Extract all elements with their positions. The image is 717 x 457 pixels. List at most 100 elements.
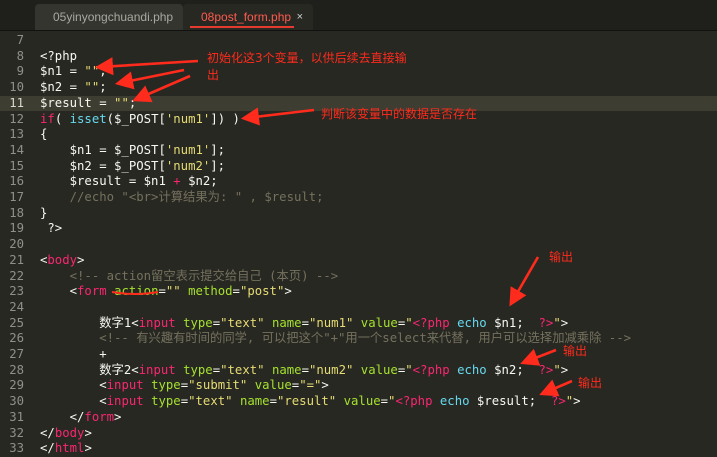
code-line[interactable]: 9 $n1 = ""; bbox=[0, 64, 717, 80]
code-line[interactable]: 30 <input type="text" name="result" valu… bbox=[0, 394, 717, 410]
tab-label: 08post_form.php bbox=[201, 10, 292, 24]
code-token: " bbox=[405, 315, 413, 330]
code-text: </body> bbox=[40, 426, 92, 442]
code-token: body bbox=[47, 252, 78, 267]
code-token: name bbox=[271, 362, 302, 377]
code-token: > bbox=[84, 441, 92, 456]
code-token: = bbox=[232, 284, 240, 299]
code-line[interactable]: 24 bbox=[0, 300, 717, 316]
code-line[interactable]: 29 <input type="submit" value="="> bbox=[0, 378, 717, 394]
line-number: 14 bbox=[9, 142, 24, 157]
tab-bar: 05yinyongchuandi.php 08post_form.php × bbox=[0, 0, 717, 31]
code-token: = bbox=[380, 394, 389, 409]
code-token: ]; bbox=[210, 158, 226, 173]
code-token: type bbox=[183, 362, 213, 377]
code-token: < bbox=[40, 284, 78, 299]
tab-05yinyongchuandi[interactable]: 05yinyongchuandi.php bbox=[35, 4, 183, 30]
code-line[interactable]: 18} bbox=[0, 206, 717, 222]
code-token: type bbox=[183, 315, 213, 330]
code-token: > bbox=[284, 284, 292, 299]
code-editor[interactable]: 7 8 <?php 9 $n1 = ""; 10 $n2 = ""; 11 $result = … bbox=[0, 30, 717, 455]
code-line[interactable]: 15 $n2 = $_POST['num2']; bbox=[0, 159, 717, 175]
code-token: $n1 = bbox=[40, 64, 85, 79]
code-text: <!-- action留空表示提交给自己 (本页) --> bbox=[40, 269, 339, 285]
code-token: " bbox=[553, 362, 561, 377]
code-token: "" bbox=[165, 284, 181, 299]
line-number: 19 bbox=[9, 221, 24, 236]
close-icon[interactable]: × bbox=[297, 4, 303, 30]
code-line[interactable]: 10 $n2 = ""; bbox=[0, 80, 717, 96]
code-line[interactable]: 21 <body> bbox=[0, 253, 717, 269]
code-text: $n2 = $_POST['num2']; bbox=[40, 159, 225, 175]
code-line[interactable]: 31 </form> bbox=[0, 410, 717, 426]
code-token: "submit" bbox=[188, 378, 248, 393]
code-line[interactable]: 32 </body> bbox=[0, 426, 717, 442]
line-number: 25 bbox=[9, 315, 24, 330]
code-text: 数字1<input type="text" name="num1" value=… bbox=[40, 316, 568, 332]
code-text: ?> bbox=[40, 221, 62, 237]
code-token: 'num2' bbox=[165, 158, 211, 173]
code-token: input bbox=[106, 378, 144, 393]
code-token: = bbox=[180, 394, 189, 409]
code-text: $n1 = ""; bbox=[40, 64, 107, 80]
code-token: isset bbox=[69, 111, 107, 126]
code-line[interactable]: 26 <!-- 有兴趣有时间的同学, 可以把这个"+"用一个select来代替,… bbox=[0, 331, 717, 347]
code-token: input bbox=[138, 315, 176, 330]
code-line[interactable]: 16 $result = $n1 + $n2; bbox=[0, 174, 717, 190]
code-token: > bbox=[560, 362, 569, 377]
code-line[interactable]: 23 <form action="" method="post"> bbox=[0, 284, 717, 300]
line-number: 20 bbox=[9, 237, 24, 252]
code-token: > bbox=[77, 252, 85, 267]
code-token: "=" bbox=[299, 378, 322, 393]
code-text: //echo "<br>计算结果为: " , $result; bbox=[40, 190, 324, 206]
code-token: "num1" bbox=[308, 315, 354, 330]
annotation-isset-note: 判断该变量中的数据是否存在 bbox=[321, 107, 478, 121]
code-token: "" bbox=[114, 95, 129, 110]
code-token: type bbox=[151, 394, 181, 409]
code-token: 'num1' bbox=[165, 111, 211, 126]
code-text: if( isset($_POST['num1']) ) bbox=[40, 112, 240, 128]
line-number: 16 bbox=[9, 174, 24, 189]
code-text: </form> bbox=[40, 410, 122, 426]
code-line[interactable]: 13 { bbox=[0, 127, 717, 143]
tab-underline-annotation bbox=[190, 26, 294, 28]
code-line[interactable]: 14 $n1 = $_POST['num1']; bbox=[0, 143, 717, 159]
code-token: input bbox=[138, 362, 176, 377]
code-line[interactable]: 27 + bbox=[0, 347, 717, 363]
code-token: > bbox=[321, 378, 329, 393]
code-line[interactable]: 7 bbox=[0, 33, 717, 49]
code-line[interactable]: 25 数字1<input type="text" name="num1" val… bbox=[0, 316, 717, 332]
code-token: ?> bbox=[538, 315, 554, 330]
code-token: "result" bbox=[276, 394, 337, 409]
code-token: + bbox=[40, 347, 107, 361]
code-line[interactable]: 20 bbox=[0, 237, 717, 253]
code-token: ($_POST[ bbox=[106, 111, 166, 126]
code-token: value bbox=[254, 378, 292, 393]
code-line[interactable]: 28 数字2<input type="text" name="num2" val… bbox=[0, 363, 717, 379]
code-line[interactable]: 17 //echo "<br>计算结果为: " , $result; bbox=[0, 190, 717, 206]
code-token: " bbox=[405, 362, 413, 377]
code-token: <?php bbox=[395, 394, 433, 409]
code-token: input bbox=[106, 394, 144, 409]
code-line[interactable]: 22 <!-- action留空表示提交给自己 (本页) --> bbox=[0, 269, 717, 285]
code-token: $n2 = bbox=[40, 80, 85, 95]
code-token: type bbox=[151, 378, 181, 393]
code-text: { bbox=[40, 127, 47, 143]
code-line[interactable]: 33 </html> bbox=[0, 441, 717, 457]
line-number: 9 bbox=[16, 64, 24, 79]
code-token: } bbox=[40, 205, 48, 220]
code-line[interactable]: 19 ?> bbox=[0, 221, 717, 237]
code-token: <?php bbox=[412, 362, 450, 377]
line-number: 33 bbox=[9, 441, 24, 456]
code-token: $result; bbox=[469, 394, 551, 409]
annotation-output-2: 输出 bbox=[563, 344, 588, 358]
code-token: "text" bbox=[188, 394, 233, 409]
